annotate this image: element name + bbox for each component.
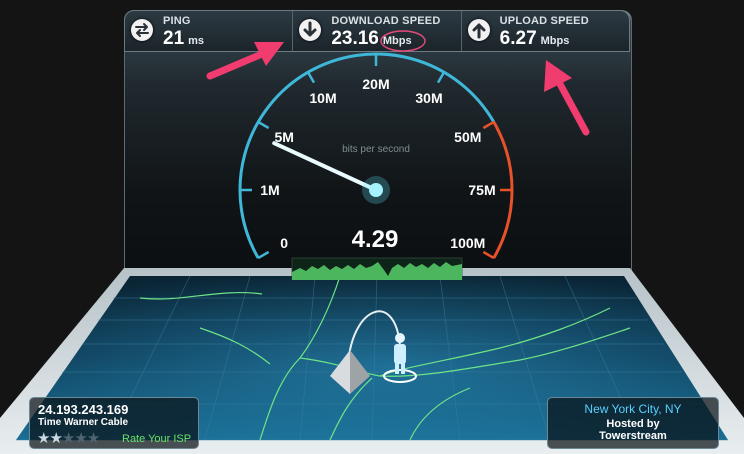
rating-star-icon[interactable]: ★ (74, 430, 87, 447)
gauge-tick (257, 250, 270, 260)
gauge-caption: bits per second (342, 144, 410, 155)
ping-label: PING (163, 15, 191, 27)
gauge-tick-label: 100M (450, 235, 485, 251)
rating-star-icon[interactable]: ★ (49, 430, 62, 447)
server-info-box: New York City, NY Hosted by Towerstream (547, 397, 719, 449)
isp-name: Time Warner Cable (38, 417, 129, 428)
speedtest-stage: PING 21 ms DOWNLOAD SPEED 23.16 Mbps UPLOA… (0, 0, 744, 454)
gauge-tick-labels: 01M5M10M20M30M50M75M100M (260, 76, 495, 251)
rating-star-icon[interactable]: ★ (62, 430, 75, 447)
rating-star-icon[interactable]: ★ (87, 430, 100, 447)
current-speed-readout: 4.29 (351, 226, 399, 253)
gauge-tick (306, 71, 316, 84)
rating-star-icon[interactable]: ★ (37, 430, 50, 447)
gauge-tick (482, 120, 495, 130)
gauge-hub-glow (362, 176, 390, 204)
gauge-tick (482, 250, 495, 260)
isp-rating-stars[interactable]: ★★★★★ (37, 429, 100, 447)
gauge-tick (257, 120, 270, 130)
upload-label: UPLOAD SPEED (499, 15, 589, 27)
ping-icon (131, 19, 153, 41)
gauge-tick-label: 75M (468, 182, 495, 198)
download-arrow-icon (299, 19, 322, 41)
server-location-icon (383, 333, 417, 383)
mbps-highlight-circle (380, 30, 426, 52)
client-pyramid-icon (330, 350, 370, 394)
host-name: Towerstream (599, 430, 667, 442)
gauge-tick (436, 71, 446, 84)
server-city[interactable]: New York City, NY (548, 402, 718, 416)
client-ip: 24.193.243.169 (38, 402, 129, 417)
speed-history-graph (291, 257, 463, 280)
hosted-by-label: Hosted by (606, 418, 660, 430)
annotation-arrow-download (206, 42, 284, 80)
download-label: DOWNLOAD SPEED (331, 15, 441, 27)
rate-isp-link[interactable]: Rate Your ISP (122, 433, 191, 445)
isp-info-box: 24.193.243.169 Time Warner Cable ★★★★★ R… (29, 397, 199, 449)
gauge-tick-label: 20M (362, 76, 389, 92)
upload-arrow-icon (467, 19, 490, 41)
gauge-tick-label: 30M (415, 90, 442, 106)
gauge-tick-label: 0 (280, 235, 288, 251)
gauge-tick-label: 50M (454, 129, 481, 145)
gauge-tick-label: 1M (260, 182, 279, 198)
annotation-arrow-upload (544, 60, 590, 136)
ping-value: 21 ms (163, 28, 205, 49)
gauge-tick-label: 10M (309, 90, 336, 106)
